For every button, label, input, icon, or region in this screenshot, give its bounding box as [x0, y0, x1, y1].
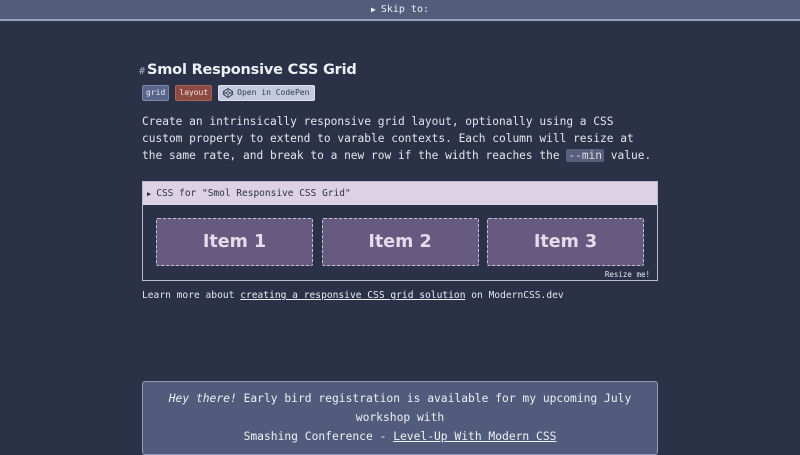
triangle-right-icon: ▶ [147, 189, 152, 198]
description-text-end: value. [604, 149, 652, 162]
banner-line-1: Hey there! Early bird registration is av… [143, 389, 657, 427]
codepen-icon [223, 88, 234, 98]
page-title: Smol Responsive CSS Grid [147, 62, 357, 78]
grid-item: Item 2 [321, 218, 479, 266]
triangle-right-icon: ▶ [371, 5, 376, 14]
grid-demo: Item 1 Item 2 Item 3 [156, 218, 644, 266]
section-content: # Smol Responsive CSS Grid grid layout O… [139, 62, 658, 301]
banner-line-2: Smashing Conference - Level-Up With Mode… [244, 427, 557, 446]
css-details-toggle[interactable]: ▶ CSS for "Smol Responsive CSS Grid" [143, 182, 657, 205]
grid-item: Item 3 [487, 218, 644, 266]
learn-more-prefix: Learn more about [142, 290, 241, 301]
anchor-link[interactable]: # [139, 66, 145, 77]
section-description: Create an intrinsically responsive grid … [142, 113, 658, 164]
banner-text: Early bird registration is available for… [236, 391, 632, 424]
tag-list: grid layout Open in CodePen [142, 85, 658, 101]
responsive-grid-link[interactable]: creating a responsive CSS grid solution [240, 290, 465, 301]
skip-to-bar[interactable]: ▶ Skip to: [0, 0, 800, 21]
section-heading: # Smol Responsive CSS Grid [139, 62, 658, 82]
banner-text-2: Smashing Conference - [243, 429, 394, 443]
description-text: Create an intrinsically responsive grid … [142, 115, 634, 162]
demo-body: Item 1 Item 2 Item 3 Resize me! [143, 205, 657, 280]
banner-greeting: Hey there! [168, 391, 237, 405]
grid-item: Item 1 [156, 218, 313, 266]
workshop-banner: Hey there! Early bird registration is av… [142, 381, 658, 455]
skip-to-label: Skip to: [380, 4, 429, 15]
learn-more-suffix: on ModernCSS.dev [465, 290, 564, 301]
demo-container: ▶ CSS for "Smol Responsive CSS Grid" Ite… [142, 181, 658, 281]
open-in-codepen-button[interactable]: Open in CodePen [218, 85, 316, 101]
tag-layout[interactable]: layout [175, 85, 213, 101]
codepen-label: Open in CodePen [237, 88, 310, 97]
learn-more: Learn more about creating a responsive C… [142, 290, 564, 301]
workshop-link[interactable]: Level-Up With Modern CSS [393, 430, 556, 443]
resize-handle[interactable]: Resize me! [605, 270, 650, 279]
tag-grid[interactable]: grid [142, 85, 170, 101]
min-code: --min [566, 149, 605, 162]
css-details-label: CSS for "Smol Responsive CSS Grid" [156, 188, 351, 199]
